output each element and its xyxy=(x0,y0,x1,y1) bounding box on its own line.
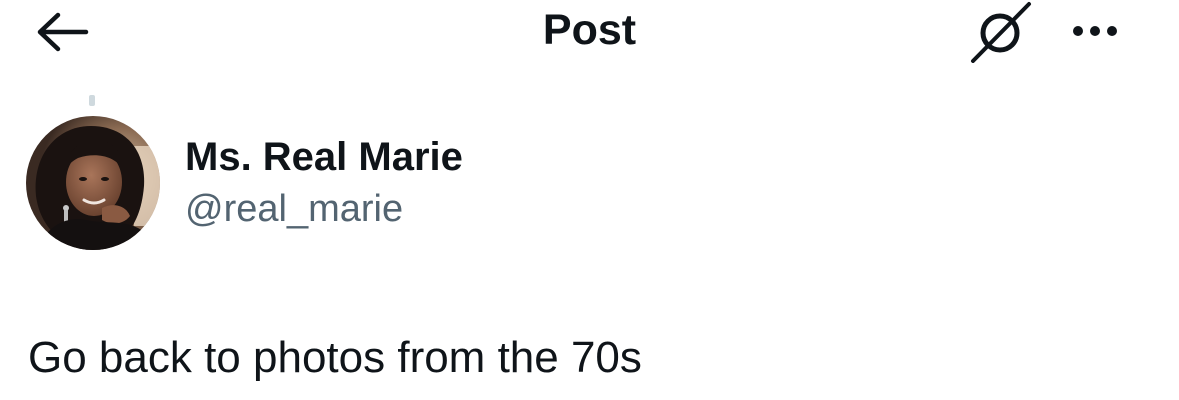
back-button[interactable] xyxy=(26,6,98,58)
author-display-name[interactable]: Ms. Real Marie xyxy=(185,134,463,180)
avatar[interactable] xyxy=(26,116,160,250)
grok-button[interactable] xyxy=(962,0,1040,64)
post-text: Go back to photos from the 70s xyxy=(28,333,642,382)
ellipsis-horizontal-icon xyxy=(1073,26,1117,36)
profile-photo xyxy=(26,116,160,250)
grok-icon xyxy=(971,2,1031,63)
thread-connector-line xyxy=(89,95,95,106)
author-handle[interactable]: @real_marie xyxy=(185,186,403,232)
top-bar: Post xyxy=(0,0,1179,64)
arrow-left-icon xyxy=(37,12,89,52)
more-options-button[interactable] xyxy=(1060,12,1130,50)
